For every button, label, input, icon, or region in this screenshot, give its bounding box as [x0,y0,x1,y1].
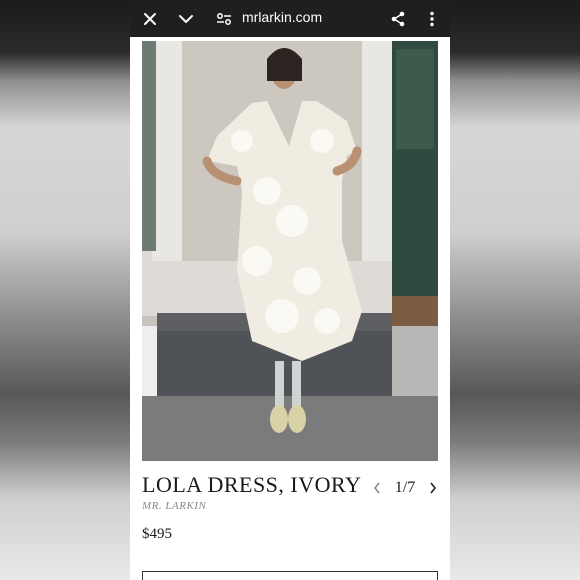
url-text[interactable]: mrlarkin.com [242,9,322,25]
pager-count: 1/7 [394,479,416,496]
blurred-background-right [450,0,580,580]
close-icon[interactable] [136,0,164,37]
chevron-down-icon[interactable] [172,0,200,37]
chevron-left-icon[interactable] [370,478,384,498]
product-price: $495 [142,526,172,542]
blurred-background-left [0,0,130,580]
browser-toolbar: mrlarkin.com [130,0,450,37]
more-vert-icon[interactable] [418,0,446,37]
tune-icon[interactable] [210,0,238,37]
image-pager: 1/7 [370,478,440,498]
product-brand[interactable]: MR. LARKIN [142,500,206,512]
phone-screen: mrlarkin.com LOLA DRESS, IVORY MR. LARKI… [130,0,450,580]
share-icon[interactable] [384,0,412,37]
chevron-right-icon[interactable] [426,478,440,498]
product-title: LOLA DRESS, IVORY [142,472,362,497]
size-select-box[interactable] [142,571,438,580]
product-image[interactable] [142,41,438,461]
